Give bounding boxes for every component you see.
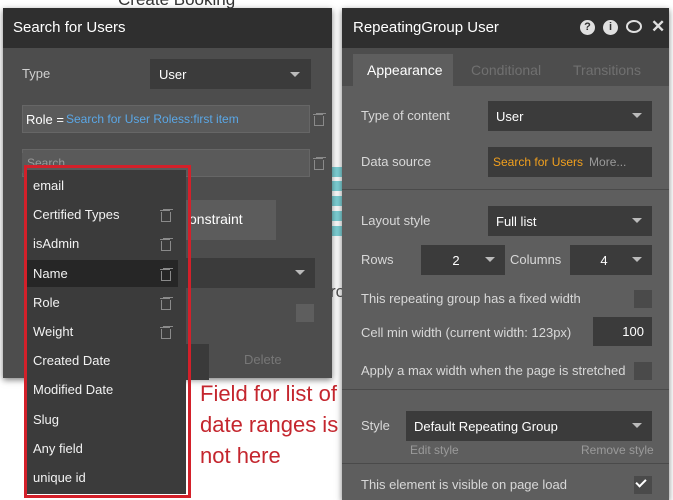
delete-button[interactable]: Delete <box>244 352 282 367</box>
constraint-value[interactable]: Search for User Roless:first item <box>66 112 239 126</box>
appearance-body: Type of content User Data source Search … <box>342 86 669 500</box>
visible-on-load-checkbox[interactable] <box>634 476 652 494</box>
layout-style-label: Layout style <box>361 213 431 228</box>
ignore-empty-checkbox[interactable] <box>296 304 314 322</box>
property-panel-header: RepeatingGroup User ? i ✕ <box>342 8 669 48</box>
cell-min-width-label: Cell min width (current width: 123px) <box>361 325 572 340</box>
edit-style-link[interactable]: Edit style <box>410 443 459 457</box>
chevron-down-icon <box>295 270 305 275</box>
chevron-down-icon <box>632 257 642 262</box>
type-of-content-value: User <box>496 109 524 124</box>
columns-select[interactable]: 4 <box>570 245 652 275</box>
type-of-content-select[interactable]: User <box>488 101 652 131</box>
type-select-value: User <box>159 67 187 82</box>
rows-value: 2 <box>452 253 460 268</box>
help-icon[interactable]: ? <box>580 20 595 35</box>
data-source-field[interactable]: Search for Users More... <box>488 147 652 177</box>
type-select[interactable]: User <box>150 59 311 89</box>
chevron-down-icon <box>632 218 642 223</box>
rows-select[interactable]: 2 <box>421 245 505 275</box>
tab-transitions[interactable]: Transitions <box>559 54 655 86</box>
data-source-more[interactable]: More... <box>589 155 626 169</box>
constraint-row[interactable]: Role = Search for User Roless:first item <box>22 105 310 133</box>
sort-select[interactable] <box>178 258 315 288</box>
add-constraint-button[interactable]: onstraint <box>181 200 276 240</box>
rows-label: Rows <box>361 252 394 267</box>
chevron-down-icon <box>632 113 642 118</box>
columns-label: Columns <box>510 252 562 267</box>
data-source-value[interactable]: Search for Users <box>493 155 583 169</box>
constraint-field: Role = <box>26 112 64 127</box>
style-value: Default Repeating Group <box>414 419 558 434</box>
visible-on-load-label: This element is visible on page load <box>361 477 567 492</box>
chevron-down-icon <box>632 423 642 428</box>
divider <box>342 463 669 464</box>
divider <box>342 389 669 390</box>
tab-conditional[interactable]: Conditional <box>457 54 555 86</box>
info-icon[interactable]: i <box>603 20 618 35</box>
delete-constraint-icon[interactable] <box>313 113 324 126</box>
data-source-label: Data source <box>361 154 432 169</box>
columns-value: 4 <box>600 253 608 268</box>
property-panel-title: RepeatingGroup User <box>353 19 499 36</box>
divider <box>342 189 669 190</box>
annotation-text: Field for list of date ranges is not her… <box>200 381 339 468</box>
chevron-down-icon <box>290 72 300 77</box>
close-icon[interactable]: ✕ <box>651 17 665 37</box>
layout-style-value: Full list <box>496 214 537 229</box>
checkmark-icon <box>635 476 647 488</box>
max-width-checkbox[interactable] <box>634 362 652 380</box>
type-label: Type <box>22 66 51 81</box>
fixed-width-label: This repeating group has a fixed width <box>361 291 581 306</box>
cell-min-width-input[interactable]: 100 <box>593 317 652 346</box>
annotation-highlight-box <box>24 165 191 498</box>
delete-constraint-icon[interactable] <box>313 157 324 170</box>
style-select[interactable]: Default Repeating Group <box>406 411 652 441</box>
max-width-label: Apply a max width when the page is stret… <box>361 363 626 378</box>
search-panel-title: Search for Users <box>3 8 332 48</box>
add-constraint-label: onstraint <box>189 211 243 227</box>
remove-style-link[interactable]: Remove style <box>581 443 654 457</box>
fixed-width-checkbox[interactable] <box>634 290 652 308</box>
style-label: Style <box>361 418 390 433</box>
chevron-down-icon <box>485 257 495 262</box>
property-editor-panel: RepeatingGroup User ? i ✕ Appearance Con… <box>342 8 669 500</box>
tab-appearance[interactable]: Appearance <box>353 54 453 86</box>
type-of-content-label: Type of content <box>361 108 450 123</box>
layout-style-select[interactable]: Full list <box>488 206 652 236</box>
comment-icon[interactable] <box>626 20 642 33</box>
